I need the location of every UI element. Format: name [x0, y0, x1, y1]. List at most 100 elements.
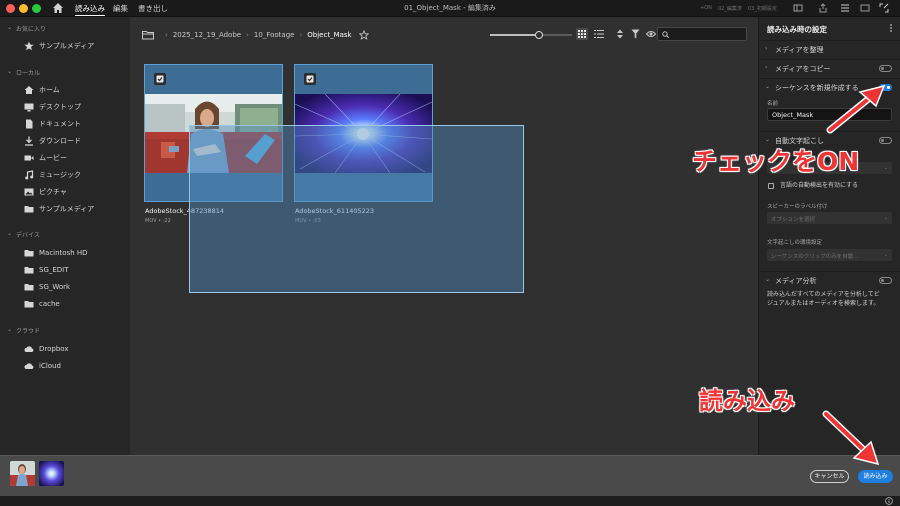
section-media-analysis[interactable]: ⌄ メディア分析: [759, 271, 900, 288]
grid-view-icon[interactable]: [576, 28, 588, 40]
chevron-down-icon: ⌄: [765, 276, 771, 283]
document-icon: [26, 119, 33, 129]
annotation-check-on: チェックをON: [692, 147, 860, 176]
sidebar-item-label: ダウンロード: [39, 137, 81, 145]
import-button[interactable]: 読み込み: [858, 470, 893, 483]
sidebar-item-movies[interactable]: ムービー: [24, 152, 67, 164]
slider-thumb[interactable]: [535, 31, 543, 39]
sidebar-item-label: SG_EDIT: [39, 266, 69, 274]
sidebar-item-sg-edit[interactable]: SG_EDIT: [24, 264, 69, 276]
folder-icon[interactable]: [142, 30, 154, 40]
status-item[interactable]: +ON: [700, 5, 712, 11]
menu-export[interactable]: 書き出し: [138, 3, 168, 14]
sidebar-item-label: サンプルメディア: [39, 205, 95, 213]
info-icon[interactable]: [885, 497, 893, 505]
sort-icon[interactable]: [616, 29, 624, 39]
list-view-icon[interactable]: [594, 29, 604, 39]
sidebar-item-downloads[interactable]: ダウンロード: [24, 135, 81, 147]
minimize-window-button[interactable]: [19, 4, 28, 13]
sidebar-item-home[interactable]: ホーム: [24, 84, 60, 96]
chevron-right-icon: ›: [299, 31, 303, 39]
chevron-down-icon[interactable]: ⌄: [7, 326, 12, 333]
sidebar-item-label: ホーム: [39, 86, 60, 94]
sidebar-item-desktop[interactable]: デスクトップ: [24, 101, 81, 113]
sidebar-item-sample-media-local[interactable]: サンプルメディア: [24, 203, 94, 215]
filter-icon[interactable]: [631, 29, 640, 39]
menu-lines-icon[interactable]: [840, 3, 850, 13]
annotation-import: 読み込み: [699, 387, 795, 415]
breadcrumb-item[interactable]: 2025_12_19_Adobe: [173, 31, 241, 39]
select-checkbox[interactable]: [154, 73, 166, 85]
caption-pref-dropdown[interactable]: シーケンスのクリップのみを自動... ⌄: [767, 249, 892, 261]
sidebar-item-documents[interactable]: ドキュメント: [24, 118, 81, 130]
more-icon[interactable]: [886, 23, 896, 33]
folder-icon: [24, 250, 34, 257]
sidebar-item-label: iCloud: [39, 362, 61, 370]
eye-icon[interactable]: [646, 30, 656, 38]
speaker-label: スピーカーのラベル付け: [767, 204, 828, 210]
section-label: メディアをコピー: [775, 65, 831, 73]
language-detect-label: 言語の自動検出を有効にする: [780, 182, 859, 189]
chevron-right-icon: ›: [765, 64, 768, 71]
media-analysis-toggle[interactable]: [879, 277, 892, 284]
chevron-down-icon: ⌄: [765, 83, 771, 90]
sidebar-item-label: ドキュメント: [39, 120, 81, 128]
new-sequence-toggle[interactable]: [879, 84, 892, 91]
breadcrumb: › 2025_12_19_Adobe › 10_Footage › Object…: [142, 29, 369, 41]
speaker-option: オプションを選択: [771, 217, 816, 223]
section-label: メディア分析: [775, 277, 817, 285]
selection-marquee: [189, 125, 524, 293]
sidebar-item-label: デスクトップ: [39, 103, 81, 111]
sidebar-item-macintosh-hd[interactable]: Macintosh HD: [24, 247, 88, 259]
language-detect-checkbox[interactable]: [768, 183, 774, 189]
close-window-button[interactable]: [6, 4, 15, 13]
panel-title: 読み込み時の設定: [767, 25, 827, 34]
star-outline-icon[interactable]: [358, 30, 369, 40]
sidebar-item-sample-media[interactable]: サンプルメディア: [24, 40, 94, 52]
selected-thumbnail[interactable]: [10, 461, 35, 486]
sidebar-item-cache[interactable]: cache: [24, 298, 60, 310]
panel-layout-icon[interactable]: [793, 3, 803, 13]
zoom-window-button[interactable]: [32, 4, 41, 13]
select-checkbox[interactable]: [304, 73, 316, 85]
folder-icon: [24, 267, 34, 274]
selected-thumbnail[interactable]: [39, 461, 64, 486]
thumbnail-size-slider[interactable]: [490, 31, 572, 39]
chevron-down-icon[interactable]: ⌄: [7, 230, 12, 237]
status-bar: [0, 496, 900, 506]
copy-media-toggle[interactable]: [879, 65, 892, 72]
sidebar-item-music[interactable]: ミュージック: [24, 169, 81, 181]
share-icon[interactable]: [818, 3, 828, 13]
sidebar-item-pictures[interactable]: ピクチャ: [24, 186, 67, 198]
fullscreen-icon[interactable]: [879, 3, 889, 13]
cancel-button[interactable]: キャンセル: [810, 470, 849, 483]
cloud-icon: [24, 346, 34, 352]
sidebar-item-dropbox[interactable]: Dropbox: [24, 343, 69, 355]
auto-captions-toggle[interactable]: [879, 137, 892, 144]
status-item[interactable]: 02_編集済: [718, 5, 742, 12]
section-label: シーケンスを新規作成する: [775, 84, 859, 92]
search-input[interactable]: [657, 27, 747, 41]
notification-icon[interactable]: [860, 3, 870, 13]
home-icon[interactable]: [52, 2, 64, 14]
section-copy-media[interactable]: › メディアをコピー: [759, 59, 900, 76]
music-icon: [25, 170, 34, 180]
menu-edit[interactable]: 編集: [113, 3, 128, 14]
slider-fill: [490, 34, 539, 36]
sequence-name-input[interactable]: [767, 108, 892, 121]
section-new-sequence[interactable]: ⌄ シーケンスを新規作成する: [759, 78, 900, 95]
chevron-down-icon: ⌄: [883, 215, 888, 221]
breadcrumb-current[interactable]: Object_Mask: [307, 31, 351, 39]
section-devices: デバイス: [16, 232, 40, 239]
section-local: ローカル: [16, 70, 41, 77]
speaker-dropdown[interactable]: オプションを選択 ⌄: [767, 212, 892, 224]
section-organize-media[interactable]: › メディアを整理: [759, 40, 900, 57]
menu-import[interactable]: 読み込み: [75, 3, 105, 16]
sidebar-item-sg-work[interactable]: SG_Work: [24, 281, 70, 293]
chevron-right-icon: ›: [246, 31, 249, 39]
sidebar-item-icloud[interactable]: iCloud: [24, 360, 61, 372]
status-item[interactable]: 03_初期設定: [748, 5, 777, 12]
breadcrumb-item[interactable]: 10_Footage: [254, 31, 295, 39]
chevron-down-icon[interactable]: ⌄: [7, 68, 12, 75]
chevron-down-icon[interactable]: ⌄: [7, 24, 12, 31]
